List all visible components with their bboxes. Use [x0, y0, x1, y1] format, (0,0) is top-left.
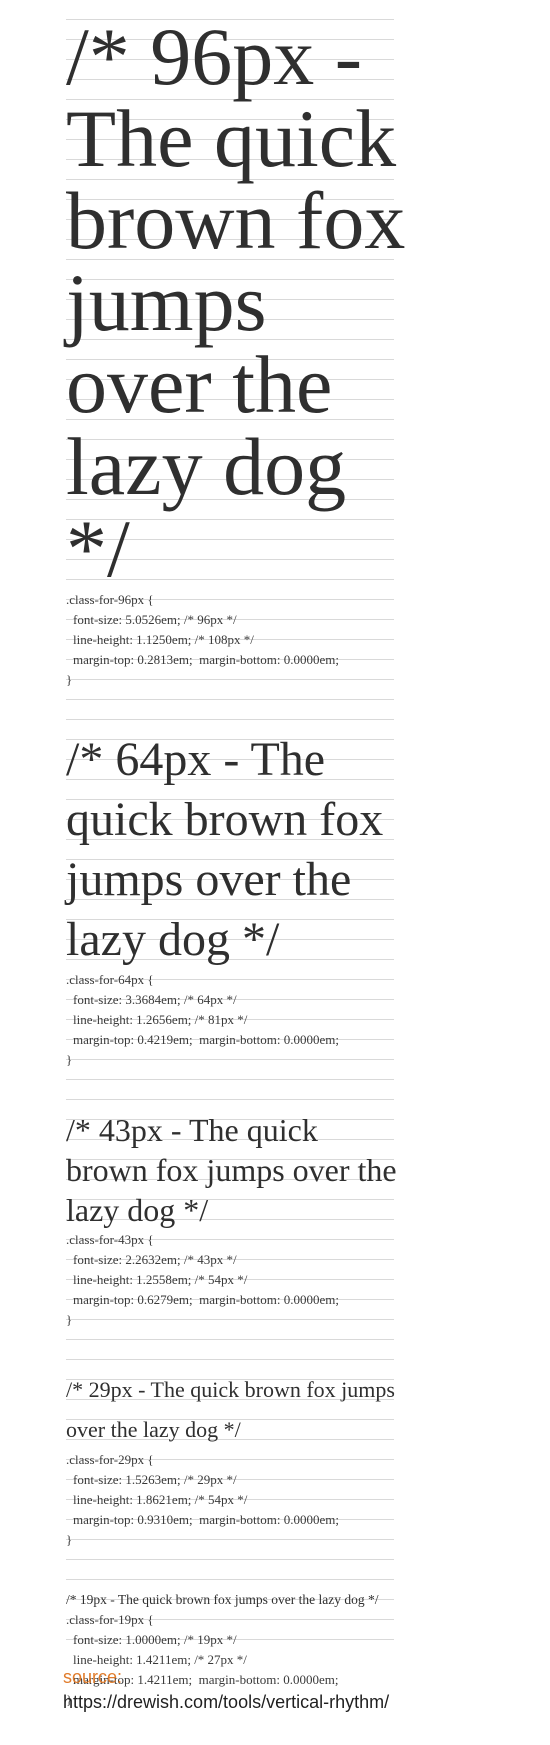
css-margin-line: margin-top: 0.4219em; margin-bottom: 0.0… — [73, 1032, 339, 1047]
css-selector-line: .class-for-43px { — [66, 1232, 154, 1247]
css-selector-line: .class-for-29px { — [66, 1452, 154, 1467]
css-margin-line: margin-top: 0.6279em; margin-bottom: 0.0… — [73, 1292, 339, 1307]
css-block-96px: .class-for-96px { font-size: 5.0526em; /*… — [66, 590, 406, 690]
sample-paragraph-19px: /* 19px - The quick brown fox jumps over… — [66, 1592, 379, 1607]
css-selector-line: .class-for-96px { — [66, 592, 154, 607]
source-label: source: — [63, 1667, 123, 1687]
css-block-43px: .class-for-43px { font-size: 2.2632em; /*… — [66, 1230, 406, 1330]
css-close-brace: } — [66, 1532, 73, 1547]
css-font-size-line: font-size: 2.2632em; /* 43px */ — [73, 1252, 237, 1267]
css-font-size-line: font-size: 3.3684em; /* 64px */ — [73, 992, 237, 1007]
css-close-brace: } — [66, 1312, 73, 1327]
css-close-brace: } — [66, 672, 73, 687]
source-credit: source: https://drewish.com/tools/vertic… — [63, 1665, 389, 1715]
sample-heading-43px: /* 43px - The quick brown fox jumps over… — [66, 1112, 397, 1228]
css-selector-line: .class-for-19px { — [66, 1612, 154, 1627]
css-block-64px: .class-for-64px { font-size: 3.3684em; /*… — [66, 970, 406, 1070]
css-line-height-line: line-height: 1.2656em; /* 81px */ — [73, 1012, 248, 1027]
vertical-rhythm-page: /* 96px - The quick brown fox jumps over… — [0, 0, 550, 1745]
samples-column: /* 96px - The quick brown fox jumps over… — [66, 0, 406, 1710]
css-block-29px: .class-for-29px { font-size: 1.5263em; /*… — [66, 1450, 406, 1550]
source-url-link[interactable]: https://drewish.com/tools/vertical-rhyth… — [63, 1690, 389, 1715]
sample-heading-64px: /* 64px - The quick brown fox jumps over… — [66, 733, 384, 966]
css-margin-line: margin-top: 0.2813em; margin-bottom: 0.0… — [73, 652, 339, 667]
sample-heading-96px: /* 96px - The quick brown fox jumps over… — [66, 11, 406, 594]
css-close-brace: } — [66, 1052, 73, 1067]
css-line-height-line: line-height: 1.2558em; /* 54px */ — [73, 1272, 248, 1287]
css-font-size-line: font-size: 1.5263em; /* 29px */ — [73, 1472, 237, 1487]
sample-heading-29px: /* 29px - The quick brown fox jumps over… — [66, 1377, 395, 1442]
css-margin-line: margin-top: 0.9310em; margin-bottom: 0.0… — [73, 1512, 339, 1527]
css-font-size-line: font-size: 1.0000em; /* 19px */ — [73, 1632, 237, 1647]
css-line-height-line: line-height: 1.8621em; /* 54px */ — [73, 1492, 248, 1507]
css-selector-line: .class-for-64px { — [66, 972, 154, 987]
css-font-size-line: font-size: 5.0526em; /* 96px */ — [73, 612, 237, 627]
css-line-height-line: line-height: 1.1250em; /* 108px */ — [73, 632, 254, 647]
